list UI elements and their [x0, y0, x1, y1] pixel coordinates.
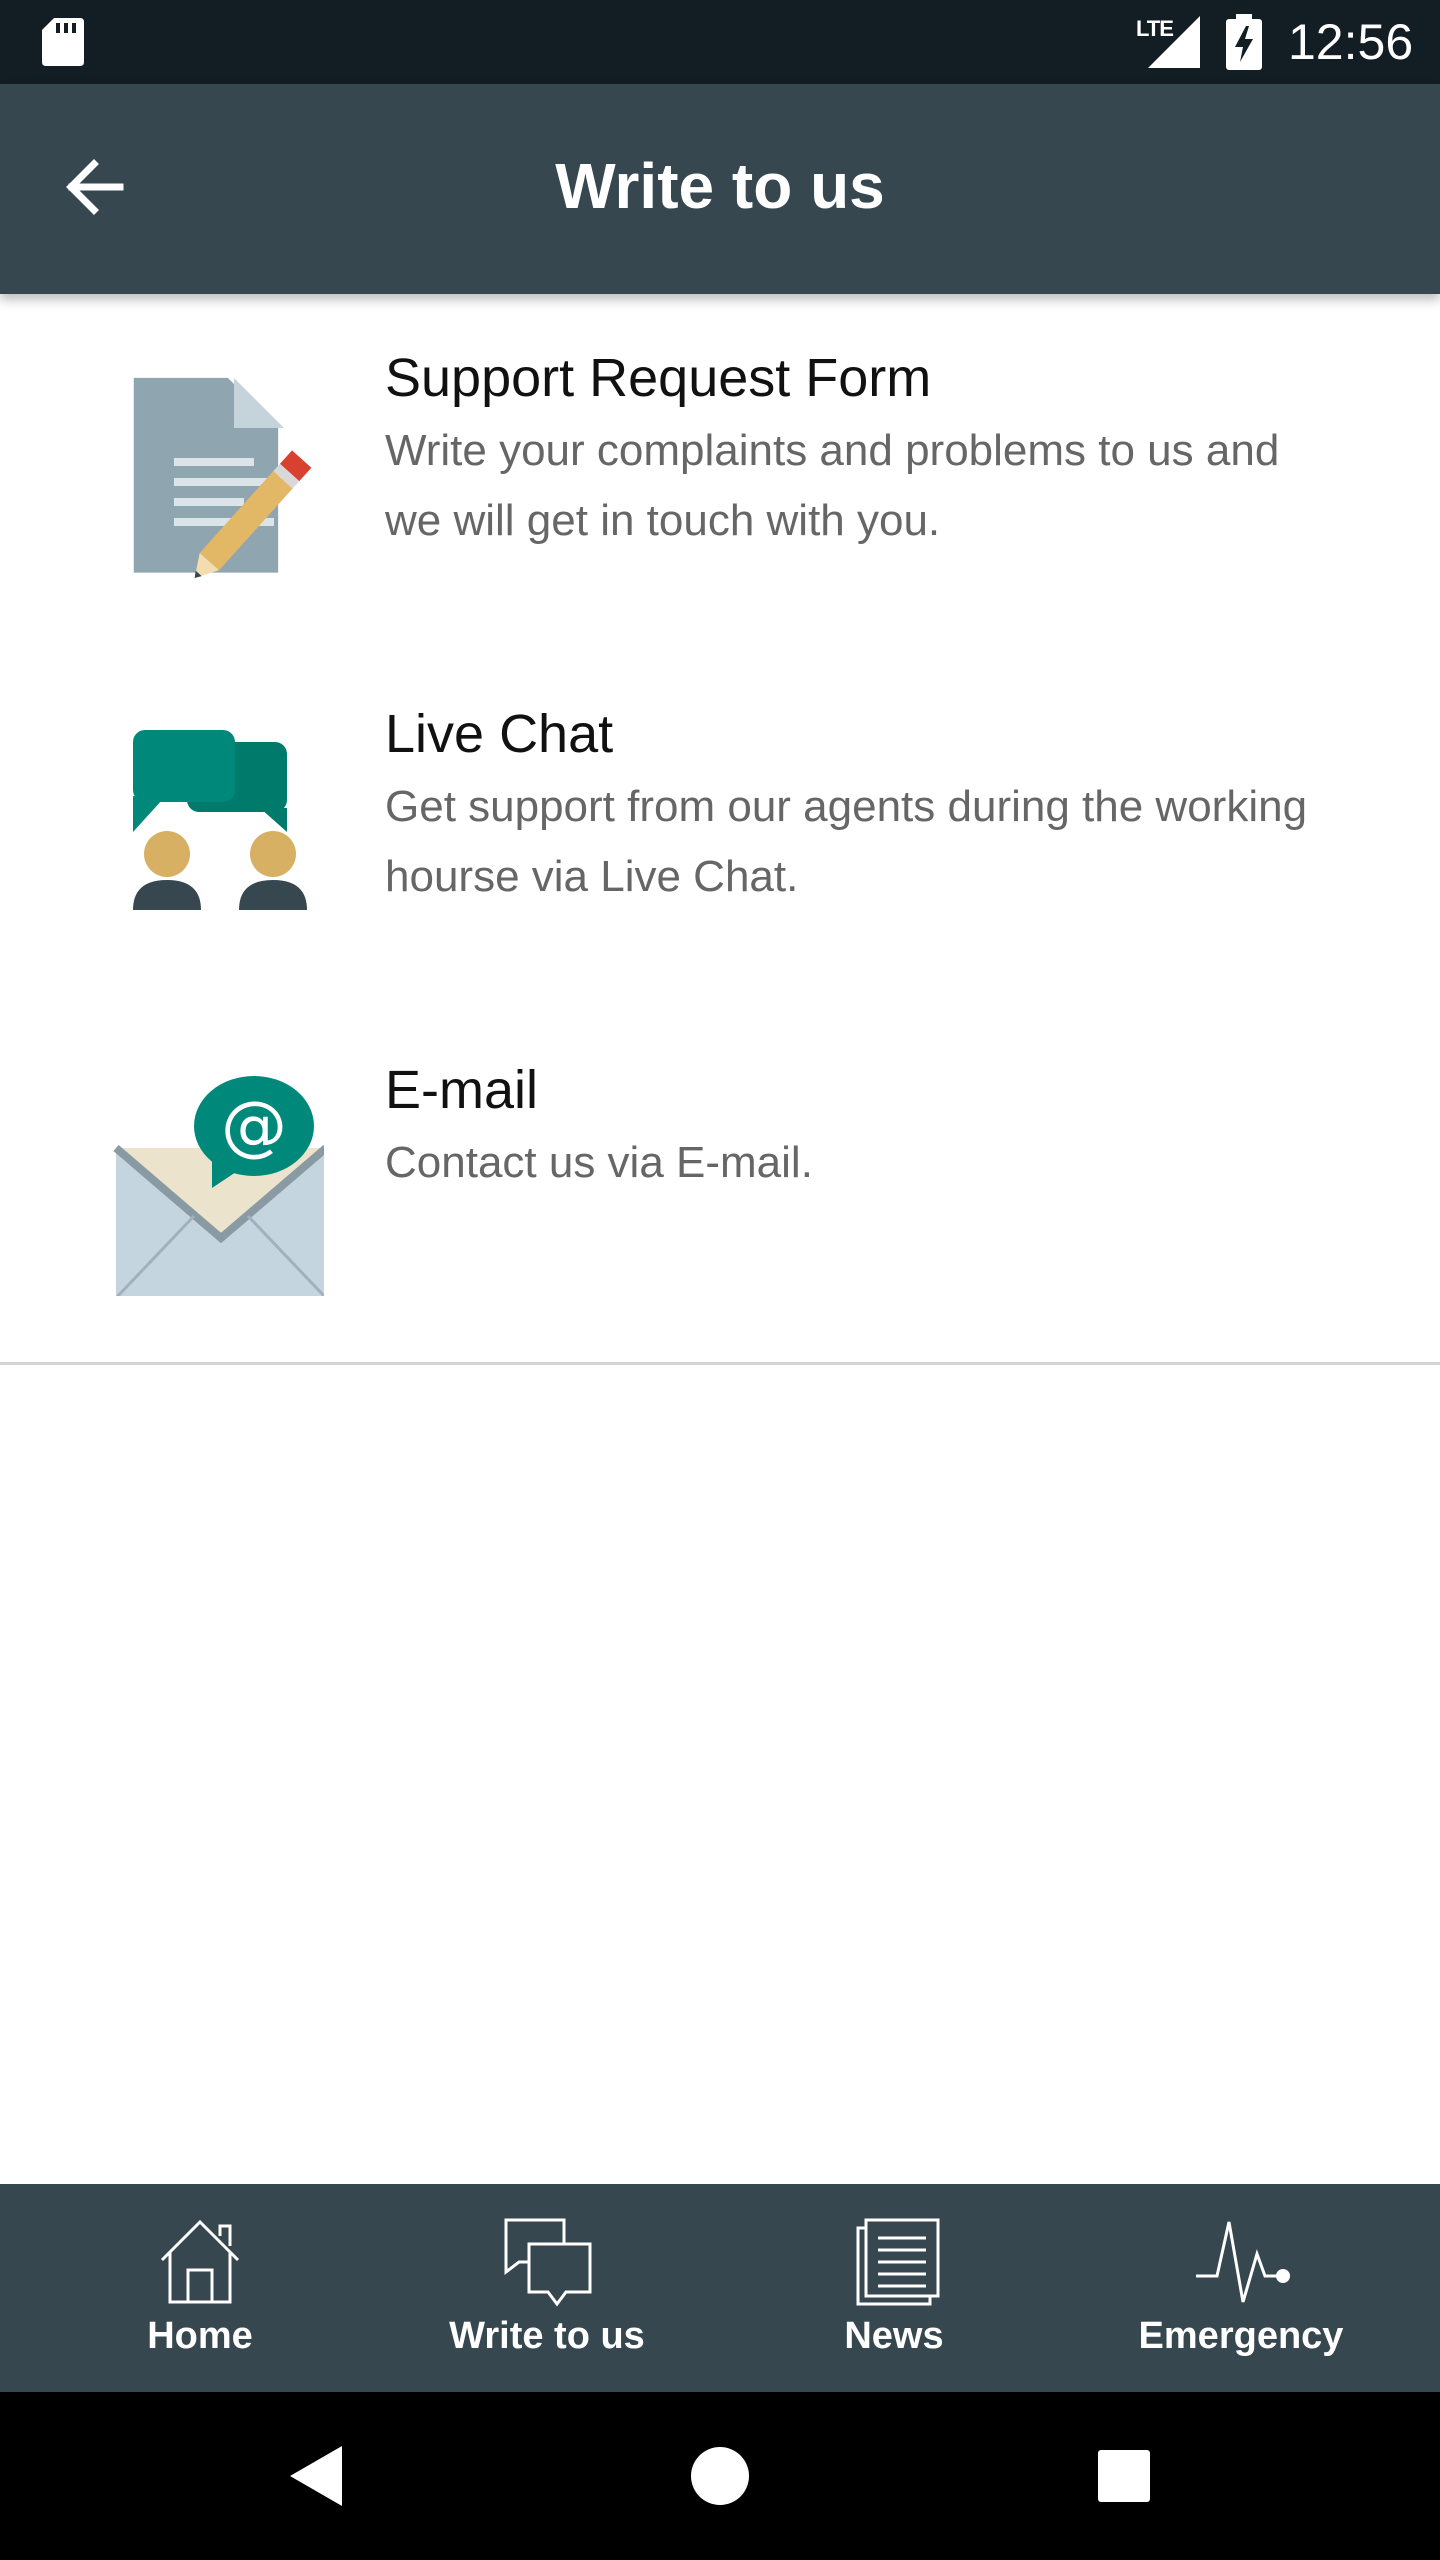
- chat-agents-icon: [133, 730, 307, 910]
- system-nav-bar: [0, 2392, 1440, 2560]
- bottom-nav: Home Write to us News Emergency: [0, 2184, 1440, 2392]
- recents-square-icon[interactable]: [1074, 2426, 1174, 2526]
- newspaper-icon: [856, 2218, 940, 2306]
- document-pencil-icon: [133, 377, 312, 578]
- nav-label: News: [844, 2315, 944, 2357]
- nav-item-write-to-us[interactable]: Write to us: [367, 2184, 727, 2392]
- svg-text:@: @: [221, 1087, 287, 1164]
- email-envelope-icon: @: [113, 1076, 324, 1296]
- back-triangle-icon[interactable]: [268, 2426, 368, 2526]
- clock: 12:56: [1288, 14, 1414, 70]
- list-item-email[interactable]: @ E-mail Contact us via E-mail.: [0, 1006, 1440, 1365]
- status-bar: LTE 12:56: [0, 0, 1440, 84]
- page-title: Write to us: [555, 150, 885, 222]
- list-item-support-request-form[interactable]: Support Request Form Write your complain…: [0, 294, 1440, 653]
- app-bar: Write to us: [0, 84, 1440, 294]
- signal-icon: [1148, 16, 1200, 68]
- list-item-live-chat[interactable]: Live Chat Get support from our agents du…: [0, 650, 1440, 1009]
- sd-card-icon: [42, 18, 84, 66]
- home-icon: [160, 2219, 240, 2304]
- item-description: Contact us via E-mail.: [385, 1138, 813, 1187]
- item-title: E-mail: [385, 1060, 539, 1120]
- item-description: Get support from our agents during the w…: [385, 782, 1308, 901]
- home-circle-icon[interactable]: [670, 2426, 770, 2526]
- item-description: Write your complaints and problems to us…: [385, 426, 1280, 545]
- battery-charging-icon: [1226, 14, 1262, 70]
- nav-item-home[interactable]: Home: [20, 2184, 380, 2392]
- chat-bubbles-icon: [504, 2218, 592, 2307]
- heartbeat-icon: [1196, 2221, 1290, 2303]
- item-title: Support Request Form: [385, 348, 932, 408]
- item-title: Live Chat: [385, 704, 614, 764]
- nav-item-news[interactable]: News: [714, 2184, 1074, 2392]
- nav-label: Write to us: [449, 2315, 645, 2357]
- nav-label: Emergency: [1138, 2315, 1344, 2357]
- nav-item-emergency[interactable]: Emergency: [1061, 2184, 1421, 2392]
- nav-label: Home: [147, 2315, 253, 2357]
